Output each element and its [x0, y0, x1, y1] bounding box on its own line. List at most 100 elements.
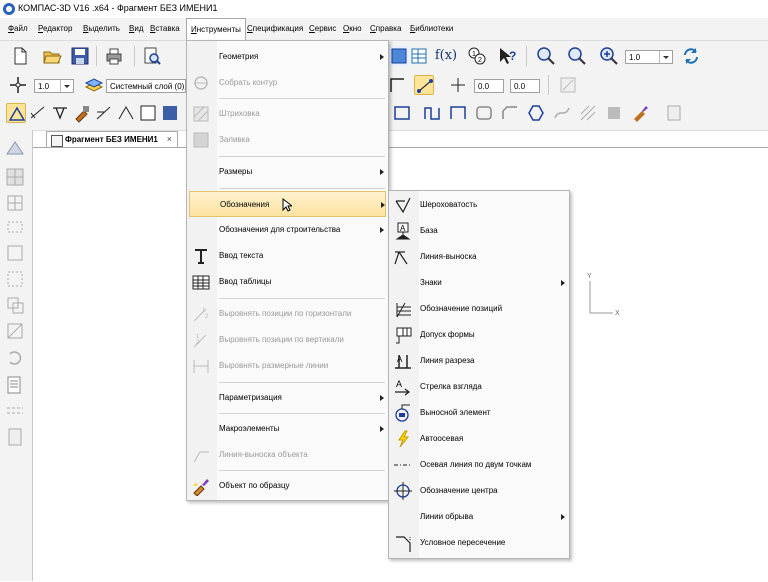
designations-break-lines[interactable]: Линии обрыва	[389, 504, 569, 530]
tools-menu-object-leader[interactable]: Линия-выноска объекта	[187, 442, 388, 468]
designations-base[interactable]: A База	[389, 218, 569, 244]
layers-icon[interactable]	[84, 75, 104, 95]
panel-tool-4-icon[interactable]	[4, 216, 26, 238]
fill-tool-icon[interactable]	[604, 103, 624, 123]
geometry-panel-icon[interactable]	[6, 103, 26, 123]
refresh-icon[interactable]	[681, 46, 701, 66]
variables-table-icon[interactable]	[410, 46, 430, 66]
preview-icon[interactable]	[142, 46, 162, 66]
tools-menu-assemble-contour[interactable]: Собрать контур	[187, 70, 388, 96]
zoom-window-icon[interactable]	[567, 46, 587, 66]
polyline-tool-icon[interactable]	[422, 103, 442, 123]
tools-menu-hatch[interactable]: Штриховка	[187, 101, 388, 127]
zoom-in-icon[interactable]	[536, 46, 556, 66]
coord-x-field[interactable]: 0.0	[474, 79, 504, 93]
designations-roughness[interactable]: Шероховатость	[389, 192, 569, 218]
tools-menu-construction-designations[interactable]: Обозначения для строительства	[187, 217, 388, 243]
menu-edit[interactable]: Редактор	[38, 24, 72, 33]
hatch-tool-icon[interactable]	[578, 103, 598, 123]
panel-tool-1-icon[interactable]	[4, 138, 26, 160]
designations-signs[interactable]: Знаки	[389, 270, 569, 296]
tools-menu-align-horizontal[interactable]: 12 Выровнять позиции по горизонтали	[187, 301, 388, 327]
document-tab[interactable]: Фрагмент БЕЗ ИМЕНИ1 ×	[46, 131, 178, 148]
panel-tool-12-icon[interactable]	[4, 426, 26, 448]
tools-menu-macroelements[interactable]: Макроэлементы	[187, 416, 388, 442]
layer-combo[interactable]: Системный слой (0)	[106, 79, 186, 93]
rounded-rect-icon[interactable]	[474, 103, 494, 123]
menu-specification[interactable]: Спецификация	[247, 24, 303, 33]
snap-icon[interactable]	[414, 75, 434, 95]
panel-tool-7-icon[interactable]	[4, 294, 26, 316]
zoom-combo[interactable]: 1.0	[625, 50, 673, 64]
insert-tool-icon[interactable]	[664, 103, 684, 123]
coordinates-icon[interactable]	[448, 75, 468, 95]
tools-menu-dimensions[interactable]: Размеры	[187, 159, 388, 185]
menu-select[interactable]: Выделить	[83, 24, 120, 33]
tools-menu-geometry[interactable]: Геометрия	[187, 44, 388, 70]
help-pointer-icon[interactable]: ?	[497, 46, 517, 66]
ortho-icon[interactable]	[388, 75, 408, 95]
tools-menu-fill[interactable]: Заливка	[187, 127, 388, 153]
designations-panel-icon[interactable]	[50, 103, 70, 123]
panel-tool-3-icon[interactable]	[4, 192, 26, 214]
dimensions-panel-icon[interactable]	[28, 103, 48, 123]
panel-tool-5-icon[interactable]	[4, 242, 26, 264]
designations-position[interactable]: Обозначение позиций	[389, 296, 569, 322]
panel-tool-11-icon[interactable]	[4, 400, 26, 422]
measure-panel-icon[interactable]	[116, 103, 136, 123]
menu-service[interactable]: Сервис	[309, 24, 336, 33]
designations-leader[interactable]: Линия-выноска	[389, 244, 569, 270]
rect-tool-icon[interactable]	[392, 103, 412, 123]
cursor-step-icon[interactable]	[8, 75, 28, 95]
svg-text:1: 1	[472, 51, 476, 58]
tools-menu-text-input[interactable]: Ввод текста	[187, 243, 388, 269]
menu-view[interactable]: Вид	[129, 24, 143, 33]
menu-help[interactable]: Справка	[370, 24, 401, 33]
panel-tool-2-icon[interactable]	[4, 166, 26, 188]
coord-y-field[interactable]: 0.0	[510, 79, 540, 93]
tools-menu-parametrization[interactable]: Параметризация	[187, 385, 388, 411]
spec-panel-icon[interactable]	[160, 103, 180, 123]
tools-menu-align-dimension-lines[interactable]: Выровнять размерные линии	[187, 353, 388, 379]
designations-view-arrow[interactable]: A Стрелка взгляда	[389, 374, 569, 400]
designations-center-mark[interactable]: Обозначение центра	[389, 478, 569, 504]
tools-menu-designations[interactable]: Обозначения	[189, 191, 386, 217]
menu-tools[interactable]: Инструменты	[186, 18, 246, 41]
tools-menu-object-by-sample[interactable]: Объект по образцу	[187, 473, 388, 499]
designations-detail-element[interactable]: Выносной элемент	[389, 400, 569, 426]
disabled-tool-icon[interactable]	[558, 75, 578, 95]
designations-cut-line[interactable]: A Линия разреза	[389, 348, 569, 374]
channel-tool-icon[interactable]	[448, 103, 468, 123]
menu-window[interactable]: Окно	[343, 24, 362, 33]
menu-libraries[interactable]: Библиотеки	[410, 24, 453, 33]
scale-combo[interactable]: 1.0	[34, 79, 74, 93]
close-icon[interactable]: ×	[167, 134, 172, 144]
designations-conditional-intersection[interactable]: Условное пересечение	[389, 530, 569, 556]
select-panel-icon[interactable]	[138, 103, 158, 123]
designations-form-tolerance[interactable]: Допуск формы	[389, 322, 569, 348]
spline-tool-icon[interactable]	[552, 103, 572, 123]
designations-axis-two-points[interactable]: Осевая линия по двум точкам	[389, 452, 569, 478]
panel-tool-9-icon[interactable]	[4, 346, 26, 368]
param-panel-icon[interactable]	[94, 103, 114, 123]
tools-menu-table-input[interactable]: Ввод таблицы	[187, 269, 388, 295]
open-file-icon[interactable]	[42, 46, 62, 66]
variables-icon[interactable]	[389, 46, 409, 66]
polygon-tool-icon[interactable]	[526, 103, 546, 123]
fx-icon[interactable]: f(x)	[433, 46, 459, 66]
panel-tool-6-icon[interactable]	[4, 268, 26, 290]
new-file-icon[interactable]	[10, 46, 30, 66]
panel-tool-10-icon[interactable]	[4, 374, 26, 396]
panel-tool-8-icon[interactable]	[4, 320, 26, 342]
menu-insert[interactable]: Вставка	[150, 24, 180, 33]
zoom-scale-icon[interactable]	[599, 46, 619, 66]
brush-tool-icon[interactable]	[630, 103, 650, 123]
designations-auto-axis[interactable]: Автоосевая	[389, 426, 569, 452]
print-icon[interactable]	[104, 46, 124, 66]
edit-panel-icon[interactable]	[72, 103, 92, 123]
chamfer-tool-icon[interactable]	[500, 103, 520, 123]
save-icon[interactable]	[70, 46, 90, 66]
tools-menu-align-vertical[interactable]: 12 Выровнять позиции по вертикали	[187, 327, 388, 353]
numbering-icon[interactable]: 12	[467, 46, 487, 66]
menu-file[interactable]: Файл	[8, 24, 28, 33]
